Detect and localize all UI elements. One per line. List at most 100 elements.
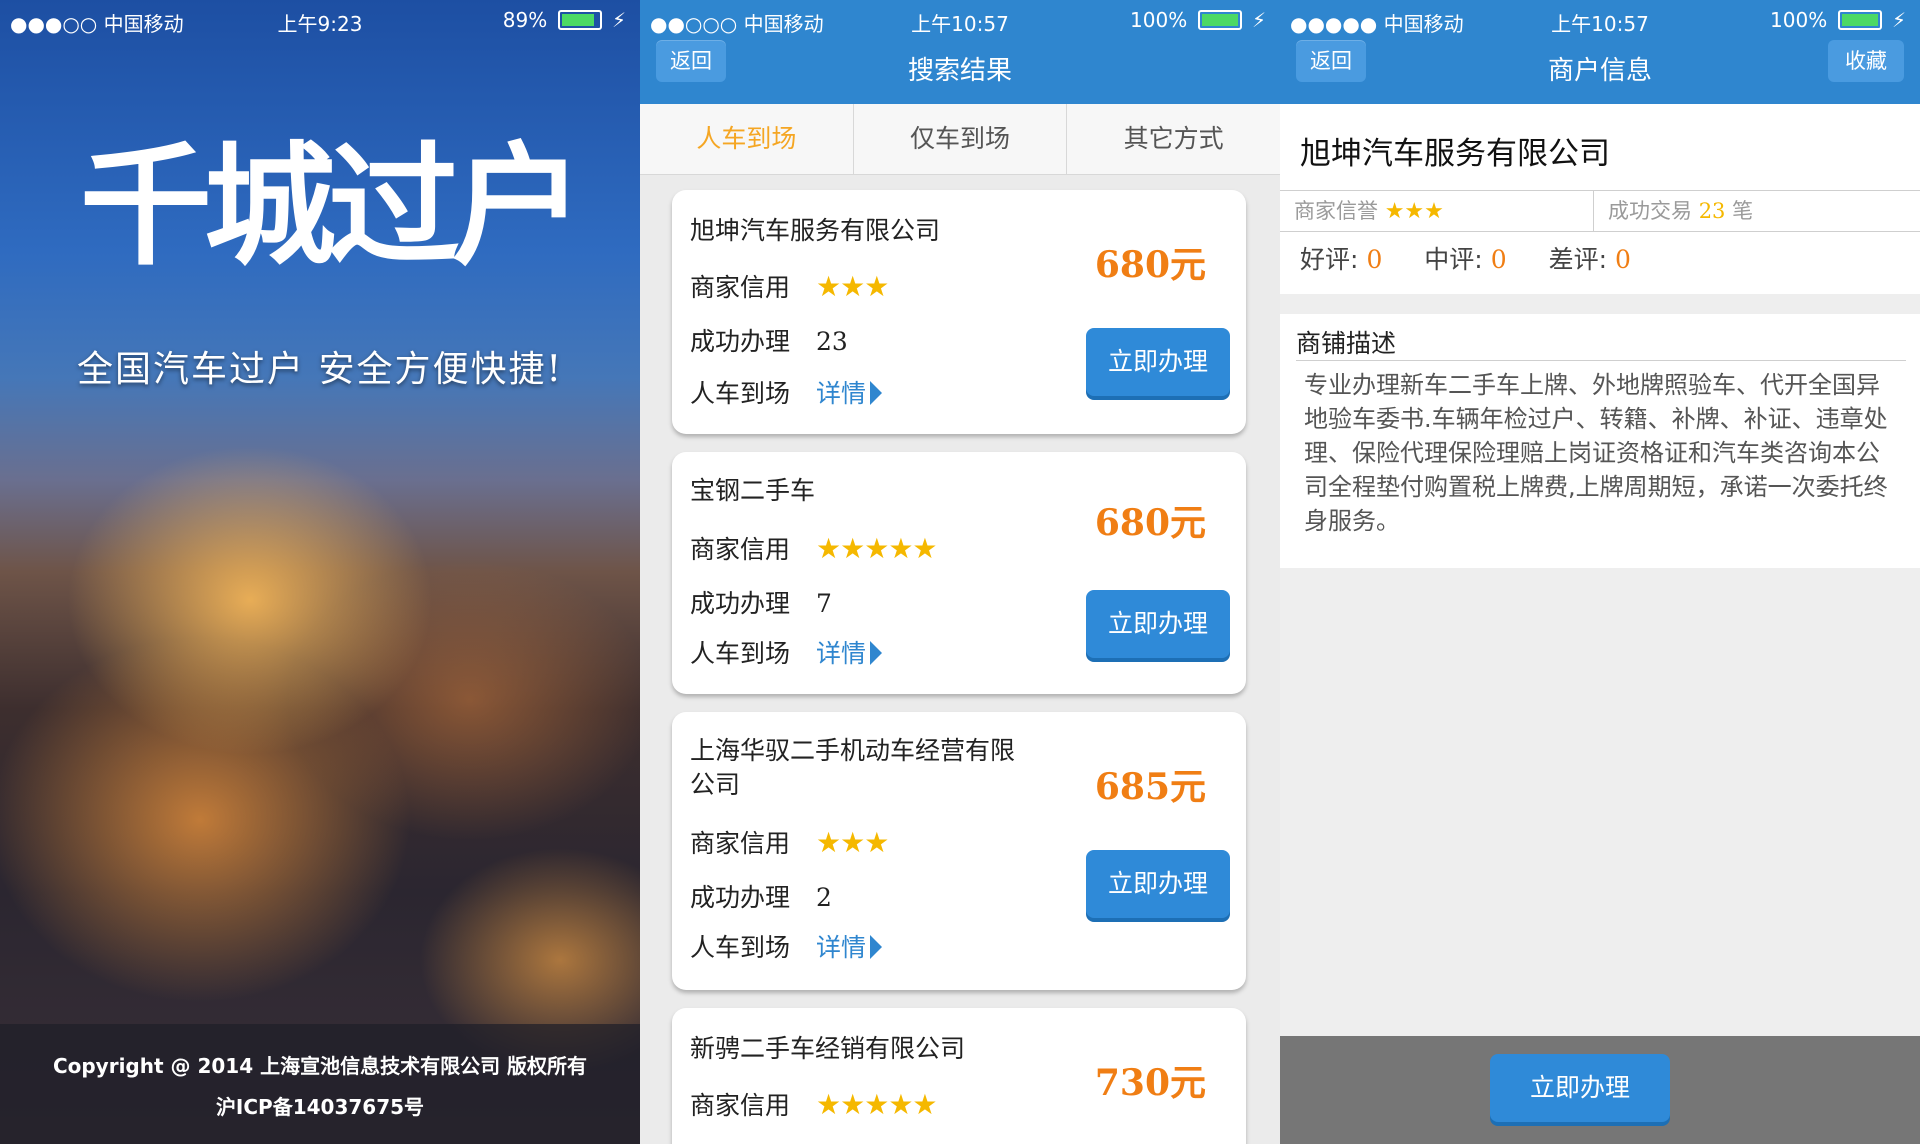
battery-status: 100% ⚡ bbox=[1770, 8, 1906, 32]
success-label: 成功办理 bbox=[690, 883, 791, 912]
result-card[interactable]: 旭坤汽车服务有限公司 商家信用 ★★★ 成功办理 23 人车到场 详情 680元 立即… bbox=[672, 190, 1246, 434]
page-title: 搜索结果 bbox=[907, 56, 1012, 86]
detail-label: 详情 bbox=[816, 933, 867, 962]
credit-label: 商家信用 bbox=[690, 535, 791, 564]
credit-label: 商家信用 bbox=[690, 273, 791, 302]
credit-cell: 商家信誉 ★★★ bbox=[1294, 191, 1444, 231]
filter-tabs: 人车到场 仅车到场 其它方式 bbox=[640, 104, 1280, 175]
review-summary: 好评: 0 中评: 0 差评: 0 bbox=[1300, 240, 1665, 276]
credit-row: 商家信用 ★★★ bbox=[690, 824, 889, 860]
merchant-header: 旭坤汽车服务有限公司 商家信誉 ★★★ 成功交易 23 笔 好评: 0 中评: 0 … bbox=[1280, 104, 1920, 294]
battery-percent: 100% bbox=[1770, 8, 1828, 32]
apply-now-button[interactable]: 立即办理 bbox=[1086, 850, 1230, 918]
status-bar: ●●○○○ 中国移动 上午10:57 100% ⚡ bbox=[640, 0, 1280, 40]
merchant-info-screen: ●●●●● 中国移动 上午10:57 100% ⚡ 返回 商户信息 收藏 旭坤汽… bbox=[1280, 0, 1920, 1144]
tab-car-only[interactable]: 仅车到场 bbox=[854, 104, 1068, 174]
nav-bar: ●●○○○ 中国移动 上午10:57 100% ⚡ 返回 搜索结果 bbox=[640, 0, 1280, 104]
neutral-review-count: 0 bbox=[1490, 245, 1507, 274]
stat-divider bbox=[1593, 191, 1594, 231]
splash-screen: ●●●○○ 中国移动 上午9:23 89% ⚡ 千城过户 全国汽车过户 安全方便… bbox=[0, 0, 640, 1144]
page-title: 商户信息 bbox=[1547, 56, 1652, 86]
price: 680元 bbox=[1094, 502, 1206, 544]
result-card[interactable]: 上海华驭二手机动车经营有限公司 商家信用 ★★★ 成功办理 2 人车到场 详情 685… bbox=[672, 712, 1246, 990]
detail-link[interactable]: 详情 bbox=[816, 639, 883, 668]
battery-percent: 89% bbox=[502, 8, 548, 32]
neutral-review-label: 中评: bbox=[1424, 245, 1483, 274]
merchant-name: 宝钢二手车 bbox=[690, 476, 816, 505]
positive-review-count: 0 bbox=[1366, 245, 1383, 274]
success-count: 23 bbox=[816, 327, 848, 356]
credit-row: 商家信用 ★★★★★ bbox=[690, 530, 938, 566]
battery-percent: 100% bbox=[1130, 8, 1188, 32]
negative-review-count: 0 bbox=[1615, 245, 1631, 274]
merchant-name: 新骋二手车经销有限公司 bbox=[690, 1034, 966, 1063]
trade-unit: 笔 bbox=[1732, 199, 1754, 223]
mode-label: 人车到场 bbox=[690, 379, 791, 408]
negative-review-label: 差评: bbox=[1548, 245, 1608, 274]
shop-description: 商铺描述 专业办理新车二手车上牌、外地牌照验车、代开全国异地验车委书.车辆年检过… bbox=[1280, 314, 1920, 568]
price: 680元 bbox=[1094, 244, 1206, 286]
search-results-screen: ●●○○○ 中国移动 上午10:57 100% ⚡ 返回 搜索结果 人车到场 仅… bbox=[640, 0, 1280, 1144]
merchant-name: 旭坤汽车服务有限公司 bbox=[1300, 136, 1610, 172]
apply-now-button[interactable]: 立即办理 bbox=[1086, 328, 1230, 396]
success-label: 成功办理 bbox=[690, 327, 791, 356]
bottom-action-bar: 立即办理 bbox=[1280, 1036, 1920, 1144]
apply-now-button[interactable]: 立即办理 bbox=[1086, 590, 1230, 658]
status-bar: ●●●○○ 中国移动 上午9:23 89% ⚡ bbox=[0, 0, 640, 40]
detail-label: 详情 bbox=[816, 639, 867, 668]
copyright-footer: Copyright @ 2014 上海宣池信息技术有限公司 版权所有 沪ICP备… bbox=[0, 1024, 640, 1144]
mode-row: 人车到场 详情 bbox=[690, 634, 883, 670]
charging-bolt-icon: ⚡ bbox=[1251, 8, 1266, 32]
merchant-name: 旭坤汽车服务有限公司 bbox=[690, 216, 941, 245]
tab-person-car[interactable]: 人车到场 bbox=[640, 104, 854, 174]
trade-count: 23 bbox=[1698, 199, 1726, 223]
play-triangle-icon bbox=[870, 381, 883, 405]
battery-status: 89% ⚡ bbox=[503, 8, 626, 32]
mode-label: 人车到场 bbox=[690, 933, 791, 962]
credit-stars: ★★★★★ bbox=[816, 1088, 938, 1121]
battery-level-fill bbox=[1201, 14, 1238, 26]
battery-icon bbox=[1197, 10, 1242, 30]
battery-level-fill bbox=[1841, 14, 1878, 26]
merchant-name: 上海华驭二手机动车经营有限公司 bbox=[690, 736, 1016, 799]
credit-stars: ★★★ bbox=[816, 270, 889, 303]
success-row: 成功办理 23 bbox=[690, 322, 848, 358]
success-count: 2 bbox=[816, 883, 832, 912]
trade-cell: 成功交易 23 笔 bbox=[1608, 191, 1753, 231]
success-row: 成功办理 2 bbox=[690, 878, 832, 914]
mode-row: 人车到场 详情 bbox=[690, 928, 883, 964]
play-triangle-icon bbox=[870, 641, 883, 665]
credit-stars: ★★★★★ bbox=[816, 532, 938, 565]
description-divider bbox=[1296, 360, 1906, 361]
credit-label: 商家信用 bbox=[690, 829, 791, 858]
battery-icon bbox=[557, 10, 602, 30]
charging-bolt-icon: ⚡ bbox=[611, 8, 626, 32]
battery-status: 100% ⚡ bbox=[1130, 8, 1266, 32]
credit-stars: ★★★ bbox=[1384, 199, 1444, 224]
description-title: 商铺描述 bbox=[1296, 329, 1397, 358]
success-count: 7 bbox=[816, 589, 832, 618]
merchant-stats: 商家信誉 ★★★ 成功交易 23 笔 bbox=[1280, 190, 1920, 232]
favorite-button[interactable]: 收藏 bbox=[1828, 40, 1904, 82]
detail-link[interactable]: 详情 bbox=[816, 379, 883, 408]
positive-review-label: 好评: bbox=[1300, 245, 1359, 274]
price: 730元 bbox=[1094, 1062, 1206, 1104]
slogan: 全国汽车过户 安全方便快捷! bbox=[77, 349, 563, 390]
nav-bar: ●●●●● 中国移动 上午10:57 100% ⚡ 返回 商户信息 收藏 bbox=[1280, 0, 1920, 104]
detail-label: 详情 bbox=[816, 379, 867, 408]
credit-label: 商家信用 bbox=[690, 1091, 791, 1120]
credit-row: 商家信用 ★★★ bbox=[690, 268, 889, 304]
copyright-text: Copyright @ 2014 上海宣池信息技术有限公司 版权所有 bbox=[52, 1054, 588, 1078]
apply-now-button[interactable]: 立即办理 bbox=[1490, 1054, 1670, 1122]
description-text: 专业办理新车二手车上牌、外地牌照验车、代开全国异地验车委书.车辆年检过户、转籍、… bbox=[1304, 371, 1888, 535]
result-card[interactable]: 宝钢二手车 商家信用 ★★★★★ 成功办理 7 人车到场 详情 680元 立即办理 bbox=[672, 452, 1246, 694]
tab-other[interactable]: 其它方式 bbox=[1067, 104, 1280, 174]
app-logo-text: 千城过户 bbox=[80, 130, 570, 284]
back-button-label: 返回 bbox=[670, 49, 712, 73]
charging-bolt-icon: ⚡ bbox=[1891, 8, 1906, 32]
credit-row: 商家信用 ★★★★★ bbox=[690, 1086, 938, 1122]
battery-icon bbox=[1837, 10, 1882, 30]
play-triangle-icon bbox=[870, 935, 883, 959]
result-card[interactable]: 新骋二手车经销有限公司 商家信用 ★★★★★ 730元 bbox=[672, 1008, 1246, 1144]
detail-link[interactable]: 详情 bbox=[816, 933, 883, 962]
